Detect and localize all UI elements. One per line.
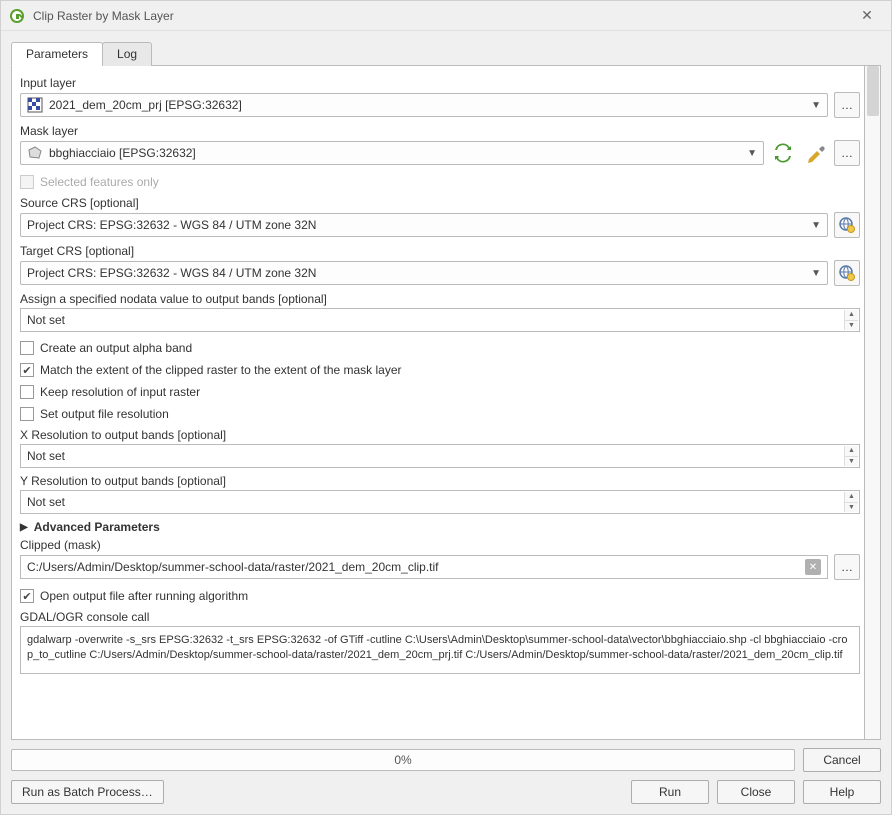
selected-features-only-label: Selected features only: [40, 175, 159, 189]
input-layer-browse-button[interactable]: …: [834, 92, 860, 118]
window-title: Clip Raster by Mask Layer: [33, 9, 851, 23]
raster-layer-icon: [27, 97, 43, 113]
label-clipped: Clipped (mask): [20, 538, 860, 552]
keep-resolution-label: Keep resolution of input raster: [40, 385, 200, 399]
help-button[interactable]: Help: [803, 780, 881, 804]
scrollbar-thumb[interactable]: [867, 66, 879, 116]
tab-parameters-label: Parameters: [26, 47, 88, 61]
iterate-features-button[interactable]: [770, 140, 796, 166]
panel-wrap: Input layer 2021_dem_20cm_prj [EPSG:3263…: [11, 66, 881, 740]
clipped-output-field[interactable]: C:/Users/Admin/Desktop/summer-school-dat…: [20, 555, 828, 579]
x-resolution-value: Not set: [27, 449, 853, 463]
parameters-panel: Input layer 2021_dem_20cm_prj [EPSG:3263…: [11, 66, 865, 740]
console-call-text: gdalwarp -overwrite -s_srs EPSG:32632 -t…: [20, 626, 860, 674]
open-output-checkbox[interactable]: [20, 589, 34, 603]
nodata-spinbox[interactable]: Not set ▲▼: [20, 308, 860, 332]
label-x-resolution: X Resolution to output bands [optional]: [20, 428, 860, 442]
footer: 0% Cancel Run as Batch Process… Run Clos…: [1, 740, 891, 814]
polygon-layer-icon: [27, 145, 43, 161]
target-crs-select-button[interactable]: [834, 260, 860, 286]
label-nodata: Assign a specified nodata value to outpu…: [20, 292, 860, 306]
advanced-parameters-toggle[interactable]: ▶ Advanced Parameters: [20, 520, 860, 534]
source-crs-dropdown[interactable]: Project CRS: EPSG:32632 - WGS 84 / UTM z…: [20, 213, 828, 237]
progress-text: 0%: [394, 753, 411, 767]
advanced-options-button[interactable]: [802, 140, 828, 166]
source-crs-select-button[interactable]: [834, 212, 860, 238]
match-extent-checkbox[interactable]: [20, 363, 34, 377]
keep-resolution-checkbox[interactable]: [20, 385, 34, 399]
label-mask-layer: Mask layer: [20, 124, 860, 138]
set-file-resolution-checkbox[interactable]: [20, 407, 34, 421]
open-output-label: Open output file after running algorithm: [40, 589, 248, 603]
chevron-down-icon: ▼: [811, 268, 821, 279]
run-button[interactable]: Run: [631, 780, 709, 804]
titlebar: Clip Raster by Mask Layer ✕: [1, 1, 891, 31]
label-target-crs: Target CRS [optional]: [20, 244, 860, 258]
tab-log[interactable]: Log: [102, 42, 152, 66]
label-console-call: GDAL/OGR console call: [20, 610, 860, 624]
spinbox-arrows[interactable]: ▲▼: [844, 492, 858, 512]
set-file-resolution-label: Set output file resolution: [40, 407, 169, 421]
label-source-crs: Source CRS [optional]: [20, 196, 860, 210]
y-resolution-spinbox[interactable]: Not set ▲▼: [20, 490, 860, 514]
spinbox-arrows[interactable]: ▲▼: [844, 446, 858, 466]
mask-layer-dropdown[interactable]: bbghiacciaio [EPSG:32632] ▼: [20, 141, 764, 165]
y-resolution-value: Not set: [27, 495, 853, 509]
tab-bar: Parameters Log: [11, 41, 881, 66]
tab-parameters[interactable]: Parameters: [11, 42, 103, 66]
input-layer-value: 2021_dem_20cm_prj [EPSG:32632]: [49, 98, 807, 112]
cancel-button[interactable]: Cancel: [803, 748, 881, 772]
label-y-resolution: Y Resolution to output bands [optional]: [20, 474, 860, 488]
x-resolution-spinbox[interactable]: Not set ▲▼: [20, 444, 860, 468]
mask-layer-value: bbghiacciaio [EPSG:32632]: [49, 146, 743, 160]
close-window-button[interactable]: ✕: [851, 7, 883, 24]
input-layer-dropdown[interactable]: 2021_dem_20cm_prj [EPSG:32632] ▼: [20, 93, 828, 117]
alpha-band-label: Create an output alpha band: [40, 341, 192, 355]
selected-features-only-checkbox: [20, 175, 34, 189]
chevron-down-icon: ▼: [811, 220, 821, 231]
chevron-down-icon: ▼: [747, 148, 757, 159]
spinbox-arrows[interactable]: ▲▼: [844, 310, 858, 330]
label-input-layer: Input layer: [20, 76, 860, 90]
run-as-batch-button[interactable]: Run as Batch Process…: [11, 780, 164, 804]
nodata-value: Not set: [27, 313, 853, 327]
clipped-output-value: C:/Users/Admin/Desktop/summer-school-dat…: [27, 560, 805, 574]
clear-text-icon[interactable]: ✕: [805, 559, 821, 575]
content-area: Parameters Log Input layer 2021_dem_20cm…: [1, 31, 891, 740]
advanced-parameters-label: Advanced Parameters: [34, 520, 160, 534]
vertical-scrollbar[interactable]: [865, 66, 881, 740]
source-crs-value: Project CRS: EPSG:32632 - WGS 84 / UTM z…: [27, 218, 807, 232]
dialog-window: Clip Raster by Mask Layer ✕ Parameters L…: [0, 0, 892, 815]
tab-log-label: Log: [117, 47, 137, 61]
target-crs-dropdown[interactable]: Project CRS: EPSG:32632 - WGS 84 / UTM z…: [20, 261, 828, 285]
alpha-band-checkbox[interactable]: [20, 341, 34, 355]
match-extent-label: Match the extent of the clipped raster t…: [40, 363, 402, 377]
chevron-down-icon: ▼: [811, 100, 821, 111]
qgis-logo-icon: [9, 8, 25, 24]
progress-bar: 0%: [11, 749, 795, 771]
clipped-output-browse-button[interactable]: …: [834, 554, 860, 580]
mask-layer-browse-button[interactable]: …: [834, 140, 860, 166]
close-button[interactable]: Close: [717, 780, 795, 804]
triangle-right-icon: ▶: [20, 522, 28, 533]
target-crs-value: Project CRS: EPSG:32632 - WGS 84 / UTM z…: [27, 266, 807, 280]
